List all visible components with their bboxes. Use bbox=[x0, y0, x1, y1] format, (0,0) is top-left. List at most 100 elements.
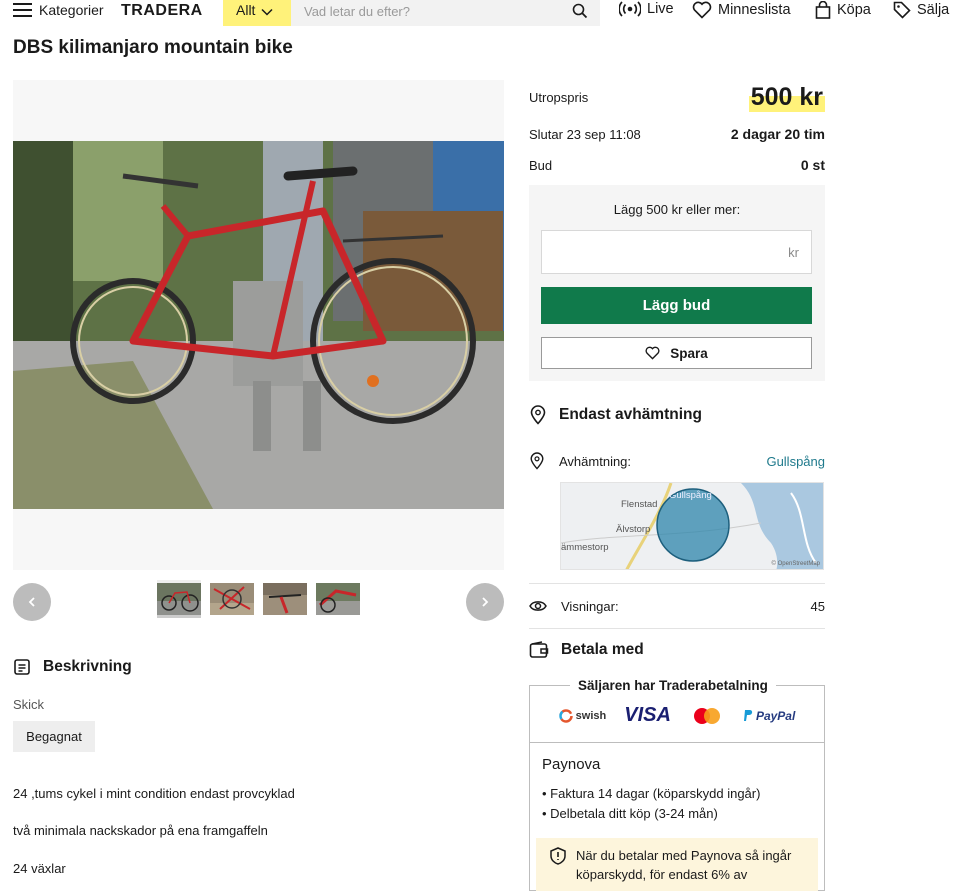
paypal-label: PayPal bbox=[755, 708, 796, 723]
eye-icon bbox=[529, 601, 547, 611]
categories-label: Kategorier bbox=[39, 2, 104, 18]
save-button-label: Spara bbox=[670, 345, 708, 361]
nav-sell[interactable]: Sälja bbox=[893, 1, 949, 19]
search-input[interactable] bbox=[291, 0, 561, 22]
thumbnail-image bbox=[316, 583, 360, 615]
paypal-logo: PayPal bbox=[743, 709, 795, 723]
shield-icon bbox=[550, 847, 566, 865]
hamburger-icon bbox=[13, 3, 32, 17]
ends-row: Slutar 23 sep 11:08 2 dagar 20 tim bbox=[529, 125, 825, 143]
thumbnail-2[interactable] bbox=[210, 580, 254, 618]
live-broadcast-icon bbox=[619, 1, 641, 17]
document-icon bbox=[14, 659, 30, 675]
pickup-map[interactable]: Flenstad Gullspång Älvstorp ämmestorp © … bbox=[560, 482, 824, 570]
swish-label: swish bbox=[575, 709, 607, 722]
views-row: Visningar: 45 bbox=[529, 596, 825, 616]
paynova-title: Paynova bbox=[542, 756, 601, 773]
price-tag-icon bbox=[893, 1, 911, 19]
listing-title: DBS kilimanjaro mountain bike bbox=[13, 37, 293, 58]
pickup-location-link[interactable]: Gullspång bbox=[766, 454, 825, 469]
buyer-protection-text: När du betalar med Paynova så ingår köpa… bbox=[576, 848, 792, 882]
category-select[interactable]: Allt bbox=[223, 0, 291, 26]
pickup-heading-label: Endast avhämtning bbox=[559, 406, 702, 423]
condition-chip: Begagnat bbox=[13, 721, 95, 752]
thumbnail-4[interactable] bbox=[316, 580, 360, 618]
map-credit: © OpenStreetMap bbox=[771, 561, 820, 567]
condition-label: Skick bbox=[13, 697, 45, 712]
heart-icon bbox=[645, 346, 660, 360]
payment-heading: Betala med bbox=[529, 641, 644, 659]
bid-panel: Lägg 500 kr eller mer: kr Lägg bud Spara bbox=[529, 185, 825, 381]
map-place-gullspang: Gullspång bbox=[669, 490, 712, 501]
heart-icon bbox=[692, 1, 712, 19]
thumbnail-image bbox=[157, 583, 201, 615]
pickup-row: Avhämtning: Gullspång bbox=[529, 451, 825, 471]
map-place-alvstorp: Älvstorp bbox=[616, 524, 651, 535]
bike-photo-image bbox=[13, 141, 504, 509]
nav-live-label: Live bbox=[647, 1, 674, 17]
shopping-bag-icon bbox=[815, 1, 831, 19]
swish-logo: swish bbox=[558, 708, 607, 723]
categories-menu-button[interactable]: Kategorier bbox=[13, 2, 104, 18]
bids-value: 0 st bbox=[800, 157, 825, 173]
views-label-group: Visningar: bbox=[529, 599, 619, 614]
bids-label: Bud bbox=[529, 157, 553, 173]
description-heading: Beskrivning bbox=[13, 658, 132, 676]
bid-amount-field: kr bbox=[541, 230, 812, 274]
description-heading-label: Beskrivning bbox=[43, 658, 132, 675]
search-box bbox=[291, 0, 600, 26]
gallery-next-button[interactable] bbox=[466, 583, 504, 621]
nav-buy-label: Köpa bbox=[837, 2, 871, 18]
thumbnail-image bbox=[210, 583, 254, 615]
place-bid-button[interactable]: Lägg bud bbox=[541, 287, 812, 324]
bid-amount-input[interactable] bbox=[542, 231, 762, 271]
time-left-value: 2 dagar 20 tim bbox=[730, 126, 825, 142]
paynova-option: Faktura 14 dagar (köparskydd ingår) bbox=[542, 786, 760, 801]
divider bbox=[529, 583, 825, 584]
views-value: 45 bbox=[810, 598, 825, 614]
divider bbox=[529, 628, 825, 629]
main-photo[interactable] bbox=[13, 141, 504, 509]
mastercard-logo bbox=[693, 707, 720, 724]
start-price-row: Utropspris 500 kr bbox=[529, 82, 825, 112]
visa-logo: VISA bbox=[624, 704, 671, 726]
paynova-option: Delbetala ditt köp (3-24 mån) bbox=[542, 806, 760, 821]
thumbnail-3[interactable] bbox=[263, 580, 307, 618]
ends-label: Slutar 23 sep 11:08 bbox=[529, 126, 641, 142]
start-price-value: 500 kr bbox=[748, 82, 825, 112]
swish-icon bbox=[558, 708, 573, 723]
description-line-3: 24 växlar bbox=[13, 861, 66, 876]
search-icon[interactable] bbox=[572, 3, 588, 19]
description-line-2: två minimala nackskador på ena framgaffe… bbox=[13, 823, 268, 838]
bids-row: Bud 0 st bbox=[529, 156, 825, 174]
wallet-icon bbox=[529, 641, 549, 658]
gallery-prev-button[interactable] bbox=[13, 583, 51, 621]
nav-buy[interactable]: Köpa bbox=[815, 1, 871, 19]
tradera-logo[interactable]: TRADERA bbox=[121, 2, 203, 20]
category-select-value: Allt bbox=[236, 2, 256, 18]
thumbnail-strip bbox=[157, 580, 360, 618]
paypal-icon bbox=[743, 710, 753, 721]
start-price-label: Utropspris bbox=[529, 89, 589, 105]
nav-wishlist[interactable]: Minneslista bbox=[692, 1, 791, 19]
views-label: Visningar: bbox=[561, 598, 619, 614]
pickup-label: Avhämtning: bbox=[559, 453, 632, 469]
thumbnail-image bbox=[263, 583, 307, 615]
location-pin-icon bbox=[530, 452, 544, 470]
buyer-protection-note: När du betalar med Paynova så ingår köpa… bbox=[536, 838, 818, 891]
chevron-down-icon bbox=[261, 8, 273, 16]
map-place-ammestorp: ämmestorp bbox=[561, 542, 609, 553]
image-gallery bbox=[13, 80, 504, 570]
paynova-options: Faktura 14 dagar (köparskydd ingår) Delb… bbox=[542, 786, 760, 826]
description-line-1: 24 ,tums cykel i mint condition endast p… bbox=[13, 786, 295, 801]
thumbnail-1[interactable] bbox=[157, 580, 201, 618]
save-button[interactable]: Spara bbox=[541, 337, 812, 369]
map-place-flenstad: Flenstad bbox=[621, 499, 658, 510]
nav-live[interactable]: Live bbox=[619, 1, 674, 17]
payment-box-title: Säljaren har Traderabetalning bbox=[570, 678, 776, 693]
nav-sell-label: Sälja bbox=[917, 2, 950, 18]
chevron-right-icon bbox=[482, 597, 489, 607]
pickup-label-group: Avhämtning: bbox=[529, 452, 631, 470]
top-header: Kategorier TRADERA Allt Live Minneslista… bbox=[0, 0, 965, 26]
pickup-heading: Endast avhämtning bbox=[529, 405, 702, 425]
